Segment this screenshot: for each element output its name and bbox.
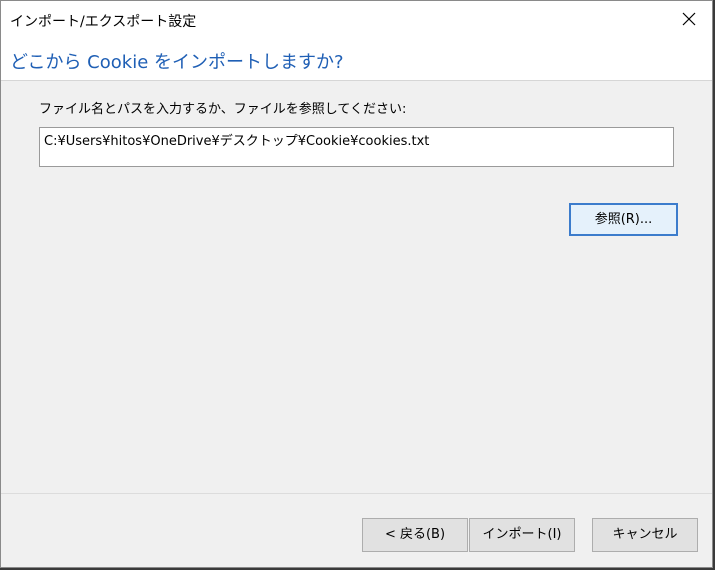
- file-path-input[interactable]: [39, 127, 674, 167]
- import-button[interactable]: インポート(I): [469, 518, 575, 552]
- cancel-button[interactable]: キャンセル: [592, 518, 698, 552]
- back-button[interactable]: < 戻る(B): [362, 518, 468, 552]
- title-bar: インポート/エクスポート設定: [1, 1, 712, 39]
- close-button[interactable]: [666, 1, 712, 37]
- import-export-dialog: インポート/エクスポート設定 どこから Cookie をインポートしますか? フ…: [0, 0, 713, 568]
- footer-divider: [1, 493, 712, 494]
- wizard-header: どこから Cookie をインポートしますか?: [1, 39, 712, 81]
- close-icon: [682, 12, 696, 26]
- browse-button[interactable]: 参照(R)...: [569, 203, 678, 236]
- instruction-label: ファイル名とパスを入力するか、ファイルを参照してください:: [39, 102, 407, 117]
- page-title: どこから Cookie をインポートしますか?: [10, 52, 344, 73]
- window-title: インポート/エクスポート設定: [10, 14, 197, 30]
